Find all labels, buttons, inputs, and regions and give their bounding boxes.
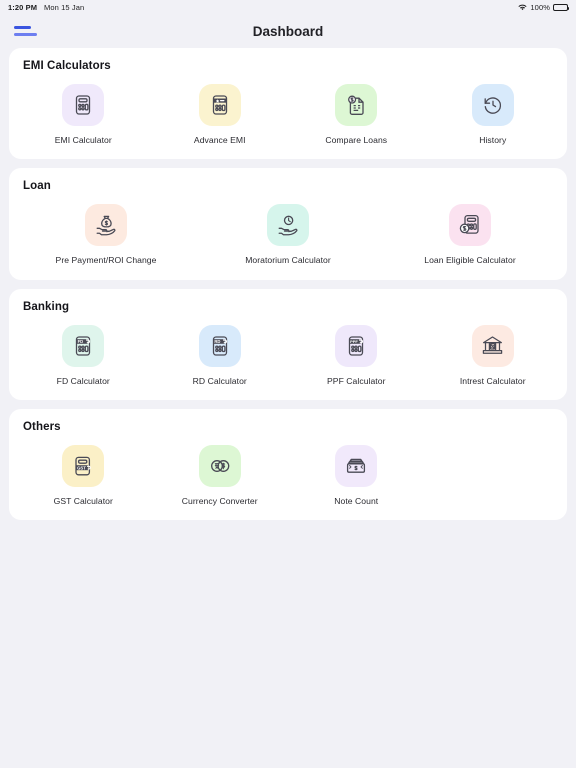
- money-stack-icon: [335, 444, 378, 487]
- section-title: Loan: [23, 180, 51, 193]
- tile-label: Moratorium Calculator: [245, 255, 331, 266]
- hand-clock-icon: [267, 204, 309, 247]
- tile-pre-payment-roi-change[interactable]: Pre Payment/ROI Change: [15, 194, 197, 267]
- app-bar: Dashboard: [0, 14, 576, 48]
- calculator-rd-icon: RD: [198, 324, 241, 367]
- calculator-star-icon: [198, 84, 241, 126]
- section-card-others: Others GST GST Calculator Currency Conve…: [9, 408, 567, 521]
- status-time: 1:20 PM: [8, 2, 38, 12]
- section-card-loan: Loan Pre Payment/ROI Change Moratorium C…: [9, 168, 567, 280]
- tile-rd-calculator[interactable]: RD RD Calculator: [152, 315, 289, 388]
- tile-label: Loan Eligible Calculator: [424, 255, 516, 266]
- tile-label: Pre Payment/ROI Change: [55, 255, 157, 266]
- svg-text:PPF: PPF: [350, 339, 358, 344]
- section-grid: EMI Calculator Advance EMI Compare Loans…: [15, 74, 561, 147]
- tile-compare-loans[interactable]: Compare Loans: [288, 74, 425, 147]
- tile-label: Note Count: [334, 495, 379, 506]
- calculator-fd-icon: FD: [62, 324, 105, 367]
- status-bar-right: 100%: [518, 2, 570, 12]
- section-grid: GST GST Calculator Currency Converter No…: [15, 435, 561, 508]
- tile-loan-eligible-calculator[interactable]: Loan Eligible Calculator: [379, 194, 561, 267]
- section-grid: Pre Payment/ROI Change Moratorium Calcul…: [15, 194, 561, 267]
- battery-full-icon: [553, 3, 570, 11]
- wifi-icon: [518, 4, 527, 11]
- tile-ppf-calculator[interactable]: PPF PPF Calculator: [288, 315, 425, 388]
- battery-percent: 100%: [530, 2, 550, 12]
- svg-text:FD: FD: [78, 339, 84, 344]
- hand-money-bag-icon: [85, 204, 127, 247]
- coins-exchange-icon: [198, 444, 241, 487]
- tile-label: Intrest Calculator: [459, 375, 526, 386]
- tile-label: RD Calculator: [192, 375, 247, 386]
- tile-gst-calculator[interactable]: GST GST Calculator: [15, 435, 152, 508]
- section-grid: FD FD Calculator RD RD Calculator PPF PP…: [15, 315, 561, 388]
- tile-label: Advance EMI: [193, 135, 246, 145]
- tile-label: FD Calculator: [56, 375, 110, 386]
- section-card-emi-calculators: EMI Calculators EMI Calculator Advance E…: [9, 48, 567, 160]
- tile-label: GST Calculator: [53, 495, 113, 506]
- calculator-gst-icon: GST: [62, 444, 105, 487]
- tile-currency-converter[interactable]: Currency Converter: [152, 435, 289, 508]
- svg-text:GST: GST: [77, 465, 86, 470]
- status-bar: 1:20 PM Mon 15 Jan 100%: [0, 0, 576, 14]
- calculator-coin-icon: [449, 204, 491, 247]
- tile-label: History: [479, 135, 507, 145]
- section-title: EMI Calculators: [23, 60, 111, 72]
- tile-intrest-calculator[interactable]: Intrest Calculator: [425, 315, 562, 388]
- tile-label: EMI Calculator: [54, 135, 112, 145]
- section-title: Others: [23, 420, 61, 433]
- tile-label: Compare Loans: [325, 135, 388, 145]
- tile-moratorium-calculator[interactable]: Moratorium Calculator: [197, 194, 379, 267]
- section-title: Banking: [23, 300, 70, 313]
- dashboard-content: EMI Calculators EMI Calculator Advance E…: [0, 48, 576, 521]
- hamburger-menu-icon[interactable]: [14, 23, 40, 39]
- bank-percent-icon: [471, 324, 514, 367]
- clock-rewind-icon: [471, 84, 514, 126]
- tile-history[interactable]: History: [425, 74, 562, 147]
- page-title: Dashboard: [252, 23, 324, 39]
- tile-emi-calculator[interactable]: EMI Calculator: [15, 74, 152, 147]
- status-date: Mon 15 Jan: [44, 2, 85, 12]
- tile-label: Currency Converter: [181, 495, 258, 506]
- document-dollar-icon: [335, 84, 378, 126]
- calculator-ppf-icon: PPF: [335, 324, 378, 367]
- tile-advance-emi[interactable]: Advance EMI: [152, 74, 289, 147]
- section-card-banking: Banking FD FD Calculator RD RD Calculato…: [9, 288, 567, 400]
- svg-text:RD: RD: [214, 339, 220, 344]
- tile-note-count[interactable]: Note Count: [288, 435, 425, 508]
- calculator-icon: [62, 84, 105, 126]
- status-bar-left: 1:20 PM Mon 15 Jan: [8, 3, 84, 12]
- tile-fd-calculator[interactable]: FD FD Calculator: [15, 315, 152, 388]
- tile-label: PPF Calculator: [327, 375, 386, 386]
